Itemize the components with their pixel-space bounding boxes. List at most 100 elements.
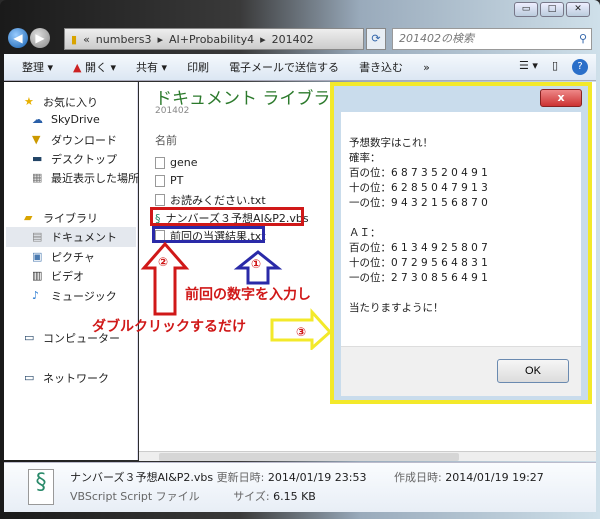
share-button[interactable]: 共有 ▾ xyxy=(136,59,167,75)
modified-value: 2014/01/19 23:53 xyxy=(267,471,367,484)
file-type: VBScript Script ファイル xyxy=(70,490,200,503)
downloads-icon: ▼ xyxy=(32,133,41,146)
details-pane: § ナンバーズ３予想AI&P2.vbs 更新日時: 2014/01/19 23:… xyxy=(4,462,596,512)
preview-pane-icon[interactable]: ▯ xyxy=(552,59,558,75)
sidebar-item-skydrive[interactable]: ☁ SkyDrive xyxy=(32,113,100,126)
annotation-enter-last-numbers: 前回の数字を入力し xyxy=(185,287,311,303)
close-button[interactable]: ✕ xyxy=(566,2,590,17)
search-input[interactable]: 201402の検索 ⚲ xyxy=(392,28,592,50)
scrollbar-thumb[interactable] xyxy=(159,453,459,461)
open-icon: ▲ xyxy=(73,61,82,74)
organize-button[interactable]: 整理 ▾ xyxy=(22,59,53,75)
step-2-label: ② xyxy=(158,255,169,269)
back-button[interactable]: ◀ xyxy=(8,28,28,48)
help-icon[interactable]: ? xyxy=(572,59,588,75)
sidebar-label: ライブラリ xyxy=(43,212,98,225)
sidebar-item-libraries[interactable]: ▰ ライブラリ xyxy=(24,210,98,226)
highlight-vbs xyxy=(150,207,304,226)
sidebar-item-downloads[interactable]: ▼ ダウンロード xyxy=(32,132,117,148)
file-icon xyxy=(155,174,165,187)
star-icon: ★ xyxy=(24,95,34,108)
annotation-double-click: ダブルクリックするだけ xyxy=(92,319,246,335)
horizontal-scrollbar[interactable] xyxy=(139,451,596,461)
sidebar-label: ドキュメント xyxy=(51,231,117,244)
minimize-button[interactable]: ▭ xyxy=(514,2,538,17)
maximize-button[interactable]: □ xyxy=(540,2,564,17)
navigation-pane: ★ お気に入り ☁ SkyDrive ▼ ダウンロード ▬ デスクトップ ▦ 最近表示した… xyxy=(4,82,139,460)
modified-label: 更新日時: xyxy=(216,471,265,484)
desktop-icon: ▬ xyxy=(32,152,43,165)
file-icon xyxy=(155,156,165,169)
chevron-right-icon: ▸ xyxy=(260,32,266,46)
file-item[interactable]: gene xyxy=(155,156,198,169)
view-options-icon[interactable]: ☰ ▾ xyxy=(519,59,538,75)
breadcrumb-ai-probability4[interactable]: AI+Probability4 xyxy=(169,33,254,46)
open-button[interactable]: ▲ 開く ▾ xyxy=(73,59,116,75)
file-item[interactable]: お読みください.txt xyxy=(155,192,266,208)
sidebar-item-desktop[interactable]: ▬ デスクトップ xyxy=(32,151,117,167)
window-controls: ▭ □ ✕ xyxy=(514,2,590,17)
pictures-icon: ▣ xyxy=(32,250,43,263)
sidebar-item-favorites[interactable]: ★ お気に入り xyxy=(24,94,98,110)
forward-button[interactable]: ▶ xyxy=(30,28,50,48)
file-name: PT xyxy=(170,174,184,187)
details-row2: VBScript Script ファイル サイズ: 6.15 KB xyxy=(70,488,316,504)
size-label: サイズ: xyxy=(233,490,270,503)
sidebar-label: 最近表示した場所 xyxy=(51,172,139,185)
search-placeholder: 201402の検索 xyxy=(399,32,474,45)
chevron-right-icon: ▸ xyxy=(157,32,163,46)
size-value: 6.15 KB xyxy=(273,490,316,503)
open-label: 開く ▾ xyxy=(85,61,117,74)
step-3-label: ③ xyxy=(296,325,307,339)
breadcrumb-201402[interactable]: 201402 xyxy=(272,33,314,46)
sidebar-label: ピクチャ xyxy=(51,251,95,264)
file-item[interactable]: PT xyxy=(155,174,183,187)
text-file-icon xyxy=(155,194,165,206)
toolbar: 整理 ▾ ▲ 開く ▾ 共有 ▾ 印刷 電子メールで送信する 書き込む » ☰ … xyxy=(4,54,596,81)
dialog-close-button[interactable]: x xyxy=(540,89,582,107)
dialog-footer: OK xyxy=(341,346,581,396)
sidebar-label: お気に入り xyxy=(43,96,98,109)
details-row1: ナンバーズ３予想AI&P2.vbs 更新日時: 2014/01/19 23:53… xyxy=(70,469,544,485)
search-icon: ⚲ xyxy=(578,32,587,45)
script-file-icon: § xyxy=(28,469,54,505)
created-value: 2014/01/19 19:27 xyxy=(445,471,544,484)
sidebar-label: ミュージック xyxy=(51,290,117,303)
sidebar-label: SkyDrive xyxy=(51,113,100,126)
sidebar-item-pictures[interactable]: ▣ ピクチャ xyxy=(32,249,95,265)
sidebar-label: ネットワーク xyxy=(43,372,109,385)
ok-button[interactable]: OK xyxy=(497,359,569,383)
cloud-icon: ☁ xyxy=(32,112,43,126)
breadcrumb-numbers3[interactable]: numbers3 xyxy=(96,33,152,46)
more-button[interactable]: » xyxy=(423,61,430,74)
file-name: お読みください.txt xyxy=(170,194,266,207)
created-label: 作成日時: xyxy=(393,471,442,484)
recent-places-icon: ▦ xyxy=(32,171,43,184)
file-name: gene xyxy=(170,156,198,169)
sidebar-item-network[interactable]: ▭ ネットワーク xyxy=(24,370,109,386)
address-bar[interactable]: ▮ « numbers3 ▸ AI+Probability4 ▸ 201402 xyxy=(64,28,364,50)
sidebar-item-recent[interactable]: ▦ 最近表示した場所 xyxy=(32,170,139,186)
library-icon: ▰ xyxy=(24,211,33,224)
burn-button[interactable]: 書き込む xyxy=(359,59,403,75)
email-button[interactable]: 電子メールで送信する xyxy=(229,59,339,75)
computer-icon: ▭ xyxy=(24,331,35,344)
sidebar-item-music[interactable]: ♪ ミュージック xyxy=(32,288,117,304)
step-1-label: ① xyxy=(251,257,262,271)
library-subtitle: 201402 xyxy=(155,106,190,116)
details-filename: ナンバーズ３予想AI&P2.vbs xyxy=(70,471,214,484)
refresh-icon[interactable]: ⟳ xyxy=(366,28,386,50)
breadcrumb-overflow[interactable]: « xyxy=(83,33,90,46)
folder-icon: ▮ xyxy=(71,32,78,46)
sidebar-item-documents[interactable]: ▤ ドキュメント xyxy=(6,227,136,247)
sidebar-item-videos[interactable]: ▥ ビデオ xyxy=(32,268,84,284)
column-header-name[interactable]: 名前 xyxy=(155,132,177,148)
music-icon: ♪ xyxy=(32,289,40,302)
documents-icon: ▤ xyxy=(32,230,43,243)
sidebar-label: デスクトップ xyxy=(51,153,117,166)
dialog-message: 予想数字はこれ！ 確率： 百の位：6 8 7 3 5 2 0 4 9 1 十の位… xyxy=(341,112,581,346)
video-icon: ▥ xyxy=(32,269,43,282)
message-dialog: x 予想数字はこれ！ 確率： 百の位：6 8 7 3 5 2 0 4 9 1 十… xyxy=(330,82,592,404)
network-icon: ▭ xyxy=(24,371,35,384)
print-button[interactable]: 印刷 xyxy=(187,59,209,75)
